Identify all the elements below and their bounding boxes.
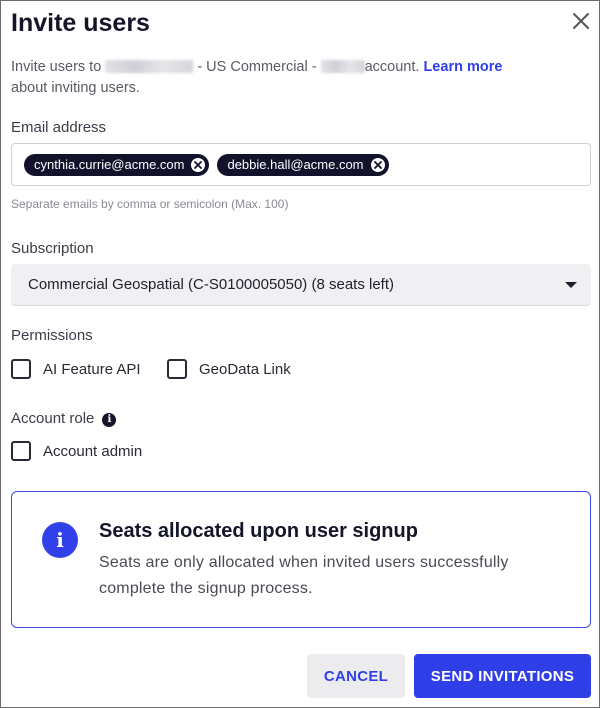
intro-suffix: account. [364,59,420,75]
email-input[interactable]: cynthia.currie@acme.com debbie.hall@acme… [11,143,591,186]
remove-chip-icon[interactable] [191,157,206,172]
close-icon[interactable] [569,9,593,33]
account-role-label: Account role [11,410,95,427]
checkbox[interactable] [11,441,31,461]
email-label: Email address [11,119,107,136]
permissions-label: Permissions [11,327,93,344]
info-icon[interactable]: i [102,412,117,427]
intro-tail: about inviting users. [11,80,140,96]
redacted-account-name [320,60,365,73]
caret-down-icon [565,276,577,294]
subscription-selected-value: Commercial Geospatial (C-S0100005050) (8… [28,276,394,293]
invite-users-dialog: Invite users Invite users to - US Commer… [0,0,600,708]
email-chip: debbie.hall@acme.com [217,153,389,176]
email-chip-text: debbie.hall@acme.com [227,157,364,172]
checkbox[interactable] [11,359,31,379]
permission-ai-feature-api[interactable]: AI Feature API [11,359,141,379]
email-hint: Separate emails by comma or semicolon (M… [11,197,289,211]
notice-body: Seats are only allocated when invited us… [99,554,509,597]
permission-label: AI Feature API [43,360,141,378]
send-invitations-button[interactable]: SEND INVITATIONS [414,654,591,698]
email-chip: cynthia.currie@acme.com [24,153,210,176]
account-role-label-row: Account role i [11,410,117,427]
info-circle-icon: i [42,522,78,558]
intro-text: Invite users to - US Commercial - accoun… [11,57,571,99]
redacted-org-name [105,60,194,73]
permission-label: GeoData Link [199,360,291,378]
cancel-button[interactable]: CANCEL [307,654,405,698]
dialog-title: Invite users [11,9,150,37]
checkbox[interactable] [167,359,187,379]
intro-middle: - US Commercial - [197,59,317,75]
remove-chip-icon[interactable] [370,157,385,172]
notice-title: Seats allocated upon user signup [99,520,418,542]
permission-geodata-link[interactable]: GeoData Link [167,359,291,379]
email-chip-text: cynthia.currie@acme.com [34,157,185,172]
learn-more-link[interactable]: Learn more [423,59,502,75]
intro-prefix: Invite users to [11,59,102,75]
account-admin-label: Account admin [43,442,143,460]
seats-notice: i Seats allocated upon user signup Seats… [11,491,591,628]
subscription-select[interactable]: Commercial Geospatial (C-S0100005050) (8… [11,264,591,306]
account-admin-option[interactable]: Account admin [11,441,142,461]
subscription-label: Subscription [11,240,94,257]
